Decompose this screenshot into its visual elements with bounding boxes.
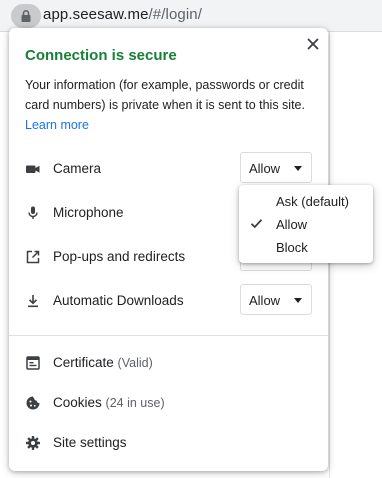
certificate-label: Certificate (Valid) <box>53 355 153 370</box>
microphone-icon <box>28 206 38 219</box>
menu-option-allow[interactable]: Allow <box>239 213 373 236</box>
camera-icon <box>26 165 40 173</box>
connection-description: Your information (for example, passwords… <box>25 75 315 135</box>
checkmark-icon <box>250 219 263 229</box>
url-domain: app.seesaw.me <box>43 6 149 23</box>
cookies-text: Cookies <box>53 395 102 410</box>
site-settings-link[interactable]: Site settings <box>9 428 328 458</box>
cookies-label: Cookies (24 in use) <box>53 395 165 410</box>
permission-label-camera: Camera <box>53 161 102 176</box>
description-text: Your information (for example, passwords… <box>25 78 305 112</box>
gear-icon <box>26 436 40 450</box>
cookie-icon <box>26 396 40 410</box>
option-label: Block <box>276 240 308 255</box>
close-icon[interactable] <box>305 36 321 52</box>
chevron-down-icon <box>294 166 302 171</box>
menu-option-block[interactable]: Block <box>239 236 373 259</box>
download-icon <box>28 295 38 308</box>
permission-row-downloads: Automatic Downloads Allow <box>9 284 328 318</box>
cookies-link[interactable]: Cookies (24 in use) <box>9 388 328 418</box>
certificate-text: Certificate <box>53 355 114 370</box>
downloads-permission-value: Allow <box>249 293 281 308</box>
certificate-status: (Valid) <box>117 356 153 370</box>
permission-label-popups: Pop-ups and redirects <box>53 249 186 264</box>
permission-dropdown-menu: Ask (default) Allow Block <box>239 185 373 263</box>
site-info-button[interactable] <box>11 4 41 28</box>
site-settings-label: Site settings <box>53 435 127 450</box>
downloads-permission-select[interactable]: Allow <box>240 284 312 315</box>
option-label: Ask (default) <box>276 194 349 209</box>
camera-permission-value: Allow <box>249 161 281 176</box>
camera-permission-select[interactable]: Allow <box>240 152 312 183</box>
permission-row-camera: Camera Allow <box>9 152 328 186</box>
connection-status-title: Connection is secure <box>25 47 177 64</box>
cookies-count: (24 in use) <box>105 396 165 410</box>
section-divider <box>9 335 328 336</box>
open-external-icon <box>26 250 40 264</box>
permission-label-microphone: Microphone <box>53 205 124 220</box>
option-label: Allow <box>276 217 308 232</box>
chevron-down-icon <box>294 298 302 303</box>
menu-option-ask[interactable]: Ask (default) <box>239 190 373 213</box>
lock-icon <box>21 10 31 22</box>
permission-label-downloads: Automatic Downloads <box>53 293 184 308</box>
url-path: /#/login/ <box>148 6 202 23</box>
url-text[interactable]: app.seesaw.me/#/login/ <box>43 6 202 23</box>
certificate-link[interactable]: Certificate (Valid) <box>9 348 328 378</box>
learn-more-link[interactable]: Learn more <box>25 118 89 132</box>
certificate-icon <box>26 356 40 370</box>
